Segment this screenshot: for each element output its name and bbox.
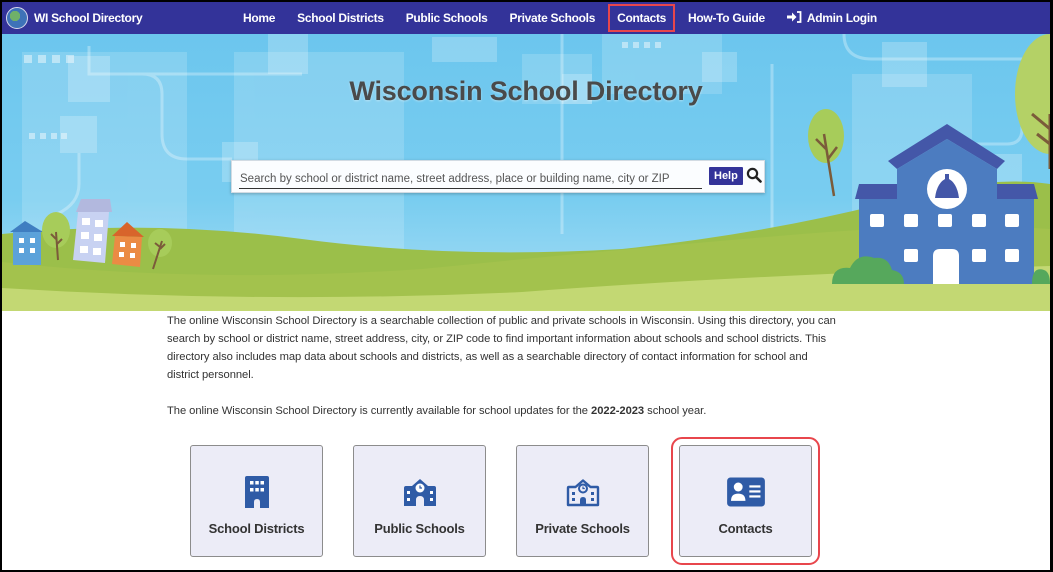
hero-banner: Wisconsin School Directory Help [2,34,1050,311]
admin-login-label: Admin Login [806,11,877,25]
intro-paragraph: The online Wisconsin School Directory is… [167,315,836,381]
page: WI School Directory Home School District… [2,2,1050,570]
building-icon [244,476,269,508]
nav-private-schools[interactable]: Private Schools [499,2,607,34]
card-label: Contacts [718,521,773,536]
nav-admin-login[interactable]: Admin Login [776,2,888,34]
nav-links: Home School Districts Public Schools Pri… [232,2,888,34]
help-button[interactable]: Help [709,167,743,185]
school-year-suffix: school year. [644,405,707,417]
nav-how-to-guide[interactable]: How-To Guide [677,2,776,34]
nav-home[interactable]: Home [232,2,286,34]
nav-school-districts[interactable]: School Districts [286,2,395,34]
quick-links: School Districts Public Schools Private … [190,437,820,565]
nav-contacts[interactable]: Contacts [606,2,677,34]
card-contacts[interactable]: Contacts [671,437,820,565]
intro-text: The online Wisconsin School Directory is… [167,312,837,420]
card-label: School Districts [208,521,305,536]
contact-card-icon [726,477,765,507]
search-input[interactable] [239,169,702,189]
search-icon[interactable] [746,167,762,183]
wisconsin-globe-logo-icon [6,7,28,29]
top-navbar: WI School Directory Home School District… [2,2,1050,34]
card-public-schools[interactable]: Public Schools [353,445,486,557]
card-school-districts[interactable]: School Districts [190,445,323,557]
school-year-value: 2022-2023 [591,405,645,417]
card-label: Private Schools [535,521,630,536]
brand-link[interactable]: WI School Directory [6,7,143,29]
login-icon [786,11,802,23]
school-outline-icon [566,479,599,507]
search-bar: Help [231,160,765,193]
school-year-paragraph: The online Wisconsin School Directory is… [167,402,837,420]
hero-title: Wisconsin School Directory [349,76,703,106]
card-label: Public Schools [374,521,465,536]
school-year-prefix: The online Wisconsin School Directory is… [167,405,592,417]
brand-title: WI School Directory [34,11,143,25]
card-private-schools[interactable]: Private Schools [516,445,649,557]
nav-public-schools[interactable]: Public Schools [395,2,499,34]
school-icon [403,479,436,506]
